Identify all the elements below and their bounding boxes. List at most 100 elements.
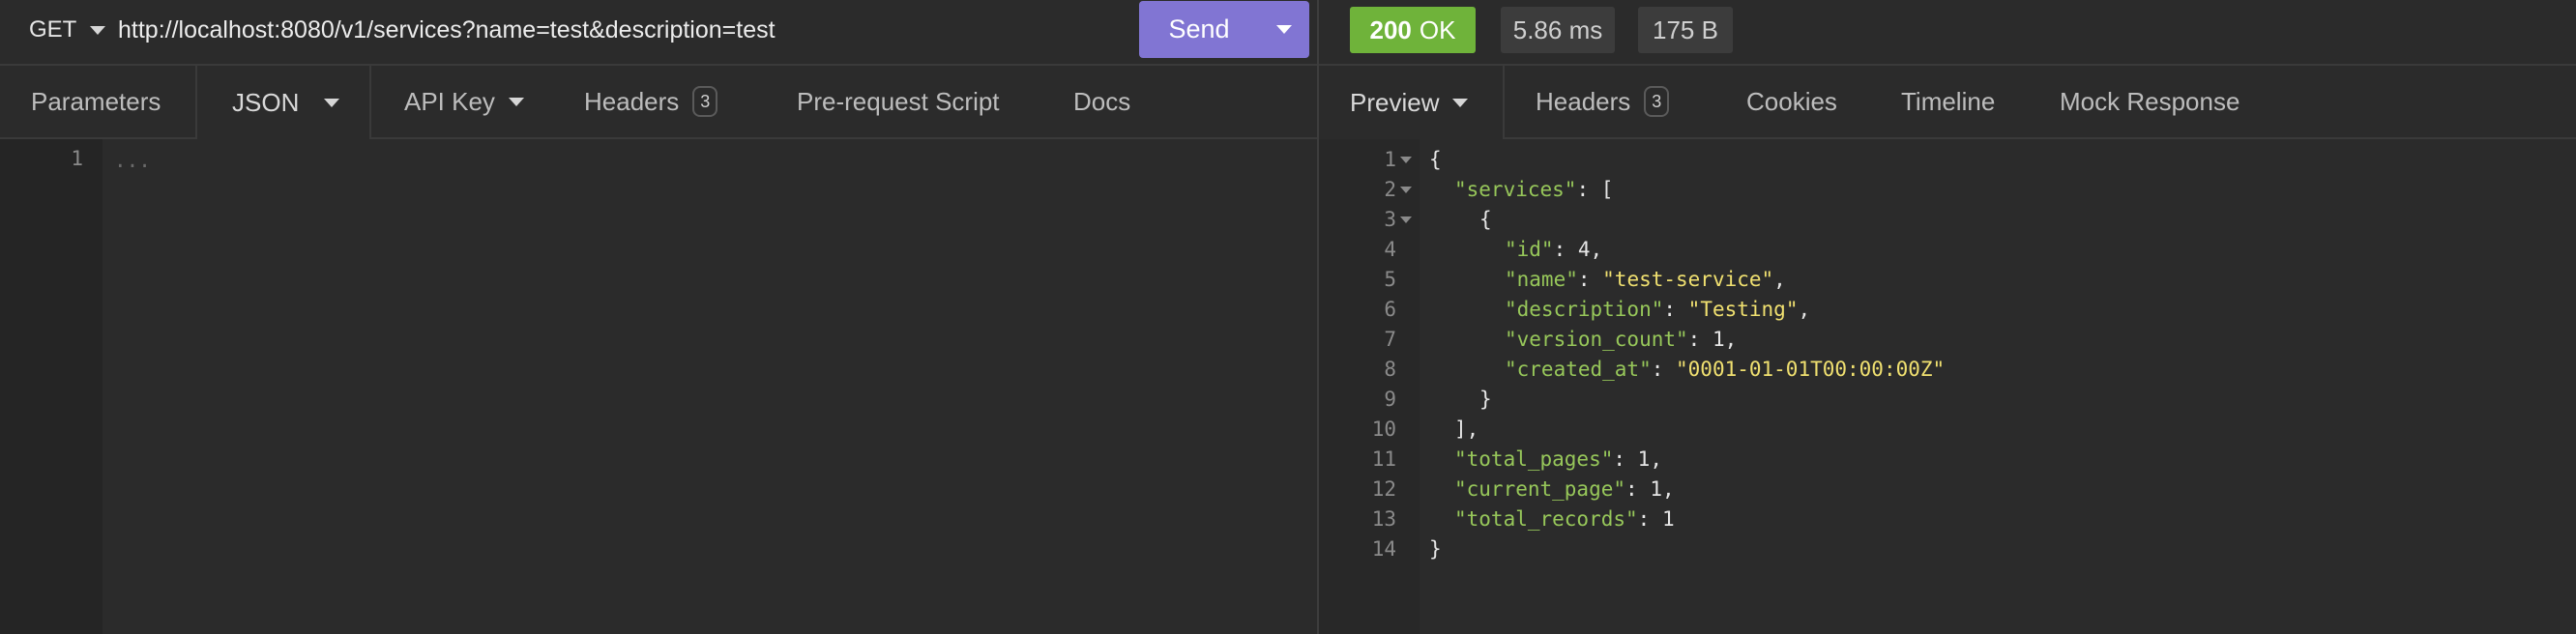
code-text: "services": [ xyxy=(1454,175,1613,205)
tab-preview[interactable]: Preview xyxy=(1319,66,1505,139)
line-number: 1 xyxy=(1384,148,1396,171)
json-punctuation: { xyxy=(1479,208,1492,231)
code-line: 7 "version_count": 1, xyxy=(1319,325,2576,355)
line-number: 14 xyxy=(1371,537,1396,561)
request-tabs: Parameters JSON API Key Headers 3 Pre-re… xyxy=(0,66,1317,139)
json-punctuation: { xyxy=(1429,148,1442,171)
line-number: 4 xyxy=(1384,238,1396,261)
code-text: "description": "Testing", xyxy=(1505,295,1810,325)
json-punctuation: , xyxy=(1650,447,1662,471)
code-text: { xyxy=(1429,145,1442,175)
json-string: "0001-01-01T00:00:00Z" xyxy=(1676,358,1946,381)
send-button[interactable]: Send xyxy=(1139,1,1259,58)
tab-parameters[interactable]: Parameters xyxy=(31,66,161,137)
json-punctuation: , xyxy=(1773,268,1786,291)
tab-timeline[interactable]: Timeline xyxy=(1901,66,1995,137)
json-number: 1 xyxy=(1712,328,1725,351)
line-number: 12 xyxy=(1371,477,1396,501)
line-number: 1 xyxy=(71,147,83,170)
url-bar: GET http://localhost:8080/v1/services?na… xyxy=(0,0,1317,66)
code-line: 3{ xyxy=(1319,205,2576,235)
json-punctuation: } xyxy=(1429,537,1442,561)
tab-json[interactable]: JSON xyxy=(195,66,371,139)
json-key: "total_pages" xyxy=(1454,447,1614,471)
method-selector[interactable]: GET xyxy=(29,14,106,46)
json-punctuation: : xyxy=(1637,507,1662,531)
line-number: 7 xyxy=(1384,328,1396,351)
fold-toggle-icon[interactable] xyxy=(1400,187,1412,193)
response-tabs: Preview Headers 3 Cookies Timeline Mock … xyxy=(1319,66,2576,139)
request-body-editor[interactable]: 1 ... xyxy=(0,139,1317,634)
code-text: "name": "test-service", xyxy=(1505,265,1786,295)
code-line: 9} xyxy=(1319,385,2576,415)
code-line: 4 "id": 4, xyxy=(1319,235,2576,265)
code-text: "version_count": 1, xyxy=(1505,325,1737,355)
status-code: 200 xyxy=(1369,14,1412,44)
headers-count-badge: 3 xyxy=(692,86,718,117)
send-options-button[interactable] xyxy=(1259,1,1309,58)
json-punctuation: : [ xyxy=(1576,178,1614,201)
json-punctuation: : xyxy=(1687,328,1712,351)
line-number: 2 xyxy=(1384,178,1396,201)
fold-toggle-icon[interactable] xyxy=(1400,157,1412,163)
chevron-down-icon xyxy=(508,97,524,106)
code-text: { xyxy=(1479,205,1492,235)
line-number: 3 xyxy=(1384,208,1396,231)
response-size-badge: 175 B xyxy=(1638,7,1733,53)
chevron-down-icon xyxy=(1452,98,1469,107)
json-punctuation: ], xyxy=(1454,418,1479,441)
json-punctuation: } xyxy=(1479,388,1492,411)
code-line: 11 "total_pages": 1, xyxy=(1319,445,2576,475)
code-line: 12 "current_page": 1, xyxy=(1319,475,2576,504)
json-number: 4 xyxy=(1577,238,1591,261)
line-gutter xyxy=(0,139,102,634)
code-text: "total_pages": 1, xyxy=(1454,445,1662,475)
json-punctuation: : xyxy=(1613,447,1638,471)
json-key: "services" xyxy=(1454,178,1577,201)
fold-toggle-icon[interactable] xyxy=(1400,216,1412,223)
json-key: "name" xyxy=(1505,268,1578,291)
json-key: "total_records" xyxy=(1454,507,1638,531)
status-badge: 200 OK xyxy=(1350,7,1476,53)
code-text: "id": 4, xyxy=(1505,235,1602,265)
json-key: "id" xyxy=(1505,238,1554,261)
json-key: "description" xyxy=(1505,298,1664,321)
code-text: "current_page": 1, xyxy=(1454,475,1675,504)
status-text: OK xyxy=(1419,14,1456,44)
json-string: "test-service" xyxy=(1602,268,1774,291)
response-status-bar: 200 OK 5.86 ms 175 B xyxy=(1319,0,2576,66)
code-line: 10], xyxy=(1319,415,2576,445)
tab-pre-request-script[interactable]: Pre-request Script xyxy=(797,66,1000,137)
code-text: "created_at": "0001-01-01T00:00:00Z" xyxy=(1505,355,1945,385)
headers-count-badge: 3 xyxy=(1644,86,1670,117)
tab-response-headers[interactable]: Headers 3 xyxy=(1536,66,1670,137)
json-punctuation: : xyxy=(1663,298,1688,321)
json-punctuation: : xyxy=(1553,238,1578,261)
tab-mock-response[interactable]: Mock Response xyxy=(2060,66,2239,137)
tab-cookies[interactable]: Cookies xyxy=(1746,66,1837,137)
code-line: 14} xyxy=(1319,534,2576,564)
code-line: 2 "services": [ xyxy=(1319,175,2576,205)
tab-api-key[interactable]: API Key xyxy=(404,66,524,137)
method-label: GET xyxy=(29,16,77,43)
tab-label: JSON xyxy=(232,87,300,117)
json-number: 1 xyxy=(1650,477,1662,501)
response-time-badge: 5.86 ms xyxy=(1501,7,1615,53)
url-input[interactable]: http://localhost:8080/v1/services?name=t… xyxy=(118,14,776,46)
json-punctuation: : xyxy=(1577,268,1603,291)
tab-label: Mock Response xyxy=(2060,86,2240,116)
json-string: "Testing" xyxy=(1687,298,1799,321)
chevron-down-icon xyxy=(90,25,106,35)
response-body-viewer[interactable]: 1{2 "services": [3{4 "id": 4, 5 "name": "tes… xyxy=(1319,139,2576,634)
editor-placeholder: ... xyxy=(114,149,151,172)
code-line: 5 "name": "test-service", xyxy=(1319,265,2576,295)
line-number: 5 xyxy=(1384,268,1396,291)
line-number: 13 xyxy=(1371,507,1396,531)
tab-headers[interactable]: Headers 3 xyxy=(584,66,718,137)
json-key: "created_at" xyxy=(1505,358,1652,381)
tab-docs[interactable]: Docs xyxy=(1073,66,1130,137)
line-number: 8 xyxy=(1384,358,1396,381)
tab-label: Pre-request Script xyxy=(797,86,1000,116)
json-punctuation: : xyxy=(1651,358,1677,381)
code-text: "total_records": 1 xyxy=(1454,504,1675,534)
